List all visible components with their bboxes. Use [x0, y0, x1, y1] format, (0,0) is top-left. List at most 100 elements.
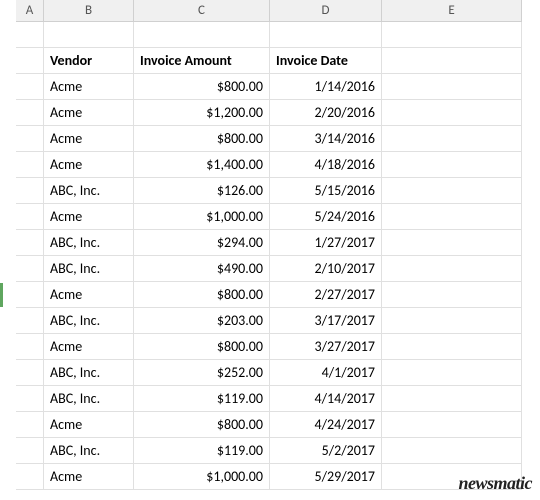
cell[interactable]	[16, 230, 44, 256]
table-row: ABC, Inc.$126.005/15/2016	[16, 178, 540, 204]
cell-date[interactable]: 1/14/2016	[270, 74, 382, 100]
cell[interactable]	[382, 282, 522, 308]
header-vendor[interactable]: Vendor	[44, 48, 134, 74]
cell-vendor[interactable]: Acme	[44, 282, 134, 308]
header-amount[interactable]: Invoice Amount	[134, 48, 270, 74]
cell[interactable]	[382, 386, 522, 412]
cell-amount[interactable]: $800.00	[134, 126, 270, 152]
col-header-B[interactable]: B	[44, 0, 134, 22]
cell[interactable]	[382, 230, 522, 256]
cell-amount[interactable]: $294.00	[134, 230, 270, 256]
header-date[interactable]: Invoice Date	[270, 48, 382, 74]
cell-amount[interactable]: $800.00	[134, 74, 270, 100]
col-header-C[interactable]: C	[134, 0, 270, 22]
cell-vendor[interactable]: ABC, Inc.	[44, 438, 134, 464]
row-selector-edge	[0, 283, 3, 307]
cell-date[interactable]: 4/18/2016	[270, 152, 382, 178]
cell-vendor[interactable]: Acme	[44, 126, 134, 152]
cell-date[interactable]: 5/24/2016	[270, 204, 382, 230]
cell[interactable]	[44, 22, 134, 48]
table-row: ABC, Inc.$294.001/27/2017	[16, 230, 540, 256]
col-header-A[interactable]: A	[16, 0, 44, 22]
cell[interactable]	[382, 308, 522, 334]
cell[interactable]	[16, 386, 44, 412]
cell-date[interactable]: 5/15/2016	[270, 178, 382, 204]
cell-date[interactable]: 2/27/2017	[270, 282, 382, 308]
cell-vendor[interactable]: ABC, Inc.	[44, 360, 134, 386]
cell-vendor[interactable]: Acme	[44, 152, 134, 178]
cell[interactable]	[134, 22, 270, 48]
cell[interactable]	[16, 100, 44, 126]
cell[interactable]	[16, 204, 44, 230]
cell-date[interactable]: 4/24/2017	[270, 412, 382, 438]
cell[interactable]	[16, 74, 44, 100]
cell-vendor[interactable]: ABC, Inc.	[44, 230, 134, 256]
cell-amount[interactable]: $203.00	[134, 308, 270, 334]
cell-date[interactable]: 2/10/2017	[270, 256, 382, 282]
cell[interactable]	[16, 334, 44, 360]
cell-amount[interactable]: $800.00	[134, 412, 270, 438]
cell-amount[interactable]: $1,400.00	[134, 152, 270, 178]
table-row: Acme$800.002/27/2017	[16, 282, 540, 308]
col-header-D[interactable]: D	[270, 0, 382, 22]
cell[interactable]	[382, 48, 522, 74]
cell[interactable]	[382, 100, 522, 126]
cell[interactable]	[16, 464, 44, 490]
cell-date[interactable]: 4/1/2017	[270, 360, 382, 386]
cell[interactable]	[16, 412, 44, 438]
cell-vendor[interactable]: Acme	[44, 412, 134, 438]
cell-vendor[interactable]: ABC, Inc.	[44, 178, 134, 204]
cell[interactable]	[382, 152, 522, 178]
cell-date[interactable]: 5/29/2017	[270, 464, 382, 490]
cell-vendor[interactable]: ABC, Inc.	[44, 256, 134, 282]
cell[interactable]	[382, 74, 522, 100]
cell-amount[interactable]: $490.00	[134, 256, 270, 282]
cell[interactable]	[382, 438, 522, 464]
cell[interactable]	[16, 308, 44, 334]
cell-date[interactable]: 4/14/2017	[270, 386, 382, 412]
cell[interactable]	[16, 256, 44, 282]
cell-date[interactable]: 3/14/2016	[270, 126, 382, 152]
cell-amount[interactable]: $252.00	[134, 360, 270, 386]
cell[interactable]	[382, 126, 522, 152]
cell[interactable]	[16, 126, 44, 152]
cell[interactable]	[16, 282, 44, 308]
cell[interactable]	[270, 22, 382, 48]
cell[interactable]	[16, 22, 44, 48]
table-row: Acme$1,400.004/18/2016	[16, 152, 540, 178]
cell-date[interactable]: 5/2/2017	[270, 438, 382, 464]
cell-date[interactable]: 3/27/2017	[270, 334, 382, 360]
cell-date[interactable]: 3/17/2017	[270, 308, 382, 334]
cell-amount[interactable]: $1,200.00	[134, 100, 270, 126]
cell-vendor[interactable]: Acme	[44, 100, 134, 126]
cell-amount[interactable]: $119.00	[134, 386, 270, 412]
cell-amount[interactable]: $800.00	[134, 334, 270, 360]
cell[interactable]	[16, 360, 44, 386]
cell[interactable]	[382, 256, 522, 282]
cell[interactable]	[382, 334, 522, 360]
cell-amount[interactable]: $1,000.00	[134, 464, 270, 490]
cell[interactable]	[16, 152, 44, 178]
cell-vendor[interactable]: Acme	[44, 204, 134, 230]
cell-amount[interactable]: $119.00	[134, 438, 270, 464]
table-row: ABC, Inc.$119.005/2/2017	[16, 438, 540, 464]
cell-vendor[interactable]: Acme	[44, 334, 134, 360]
cell-amount[interactable]: $126.00	[134, 178, 270, 204]
cell[interactable]	[382, 204, 522, 230]
cell[interactable]	[16, 438, 44, 464]
cell-vendor[interactable]: ABC, Inc.	[44, 386, 134, 412]
cell[interactable]	[16, 48, 44, 74]
cell-vendor[interactable]: Acme	[44, 74, 134, 100]
cell[interactable]	[382, 412, 522, 438]
cell[interactable]	[16, 178, 44, 204]
cell[interactable]	[382, 360, 522, 386]
cell-amount[interactable]: $800.00	[134, 282, 270, 308]
cell-date[interactable]: 1/27/2017	[270, 230, 382, 256]
cell[interactable]	[382, 178, 522, 204]
cell-vendor[interactable]: Acme	[44, 464, 134, 490]
cell-vendor[interactable]: ABC, Inc.	[44, 308, 134, 334]
cell-amount[interactable]: $1,000.00	[134, 204, 270, 230]
cell[interactable]	[382, 22, 522, 48]
col-header-E[interactable]: E	[382, 0, 522, 22]
cell-date[interactable]: 2/20/2016	[270, 100, 382, 126]
